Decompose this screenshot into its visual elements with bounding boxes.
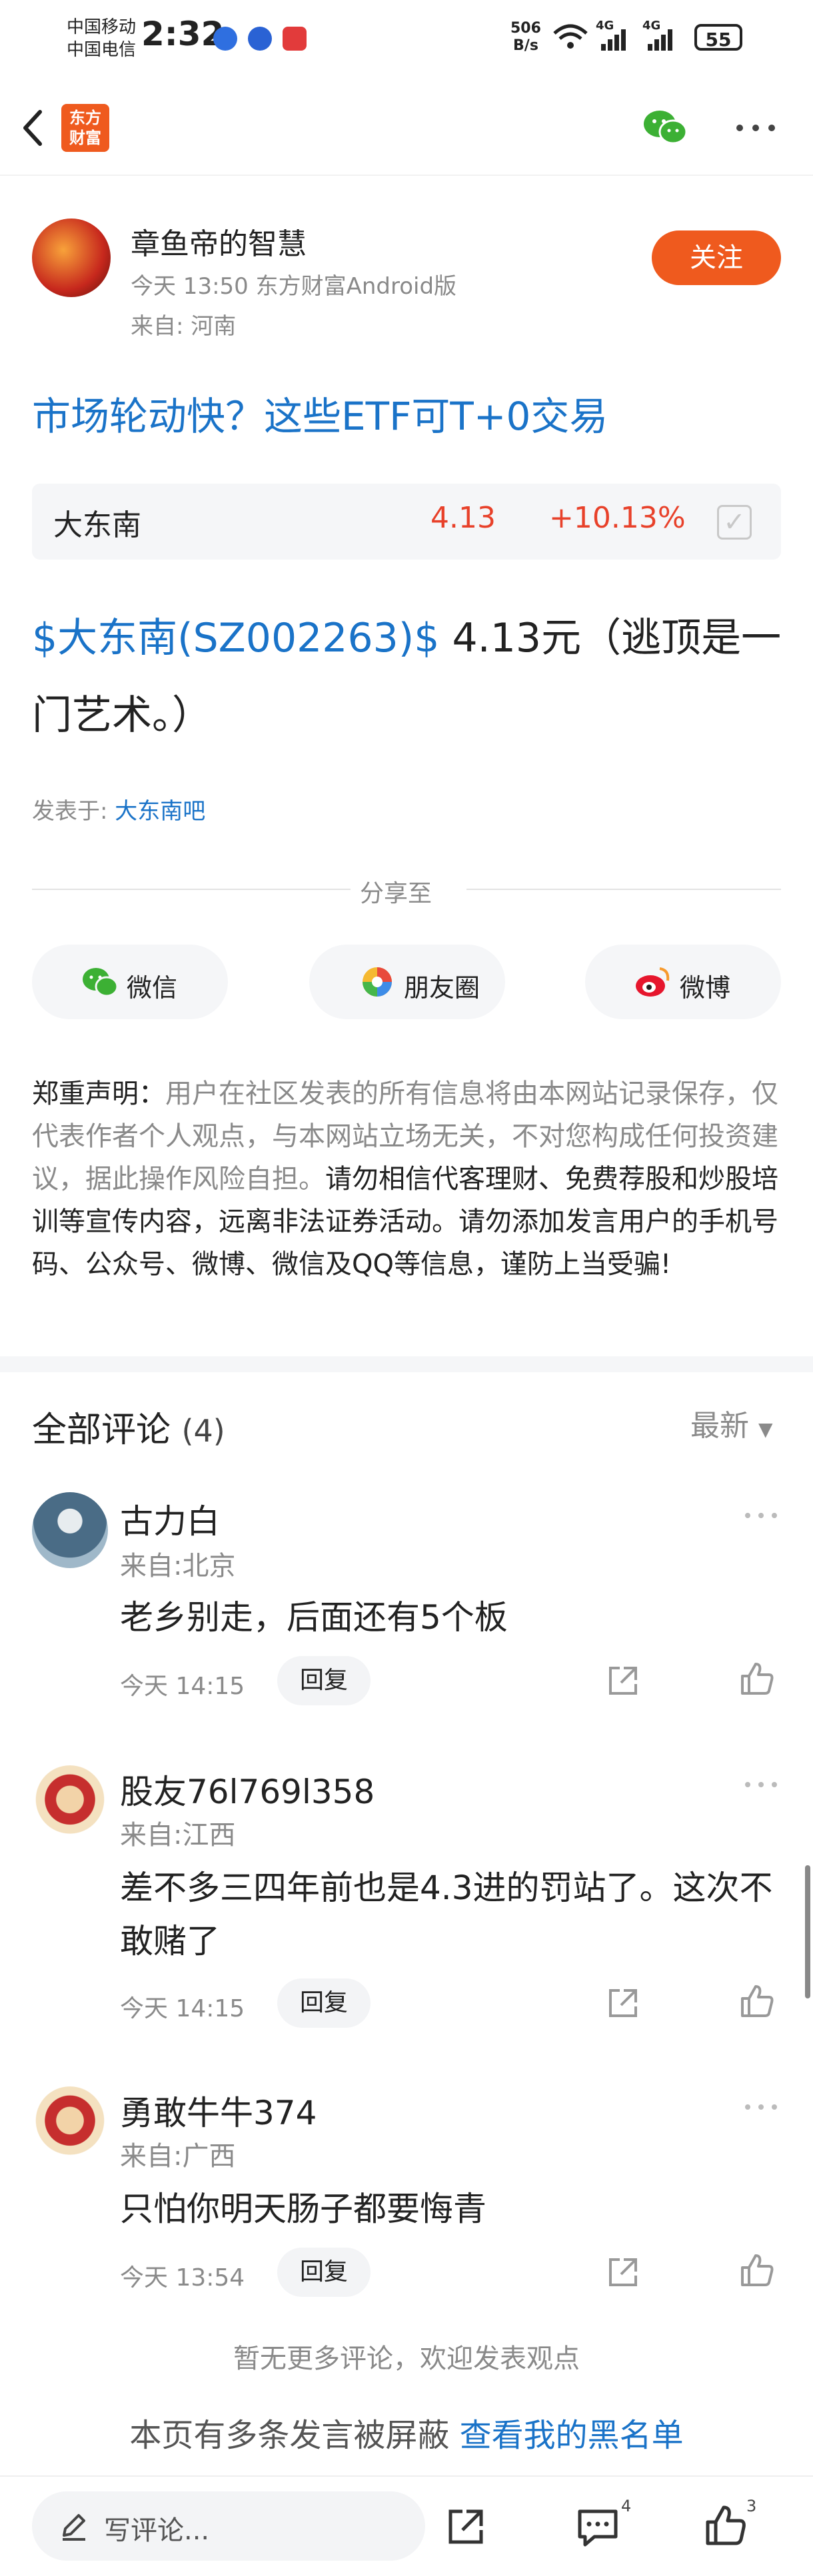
- eastmoney-logo: 东方 财富: [61, 104, 109, 152]
- carrier-1: 中国移动: [67, 17, 137, 37]
- reply-button[interactable]: 回复: [277, 2248, 371, 2297]
- share-divider-left: [32, 889, 351, 890]
- author-avatar[interactable]: [32, 218, 111, 297]
- commenter-avatar[interactable]: [32, 1492, 108, 1568]
- posted-in: 发表于: 大东南吧: [32, 798, 206, 825]
- comments-count: (4): [181, 1413, 225, 1449]
- stock-name: 大东南: [53, 508, 141, 542]
- blocked-notice: 本页有多条发言被屏蔽 查看我的黑名单: [129, 2417, 684, 2454]
- author-name[interactable]: 章鱼帝的智慧: [131, 220, 307, 262]
- add-watchlist-checkbox[interactable]: ✓: [717, 505, 752, 540]
- like-count: 3: [746, 2497, 757, 2515]
- comment-more-icon[interactable]: [744, 1511, 778, 1520]
- net-speed: 506 B/s: [510, 20, 541, 54]
- share-divider-right: [466, 889, 781, 890]
- share-icon[interactable]: [606, 2256, 640, 2289]
- pencil-icon: [63, 2514, 85, 2541]
- comment-time: 今天 14:15: [120, 1995, 245, 2022]
- more-options-icon[interactable]: [733, 121, 778, 135]
- moments-icon: [363, 967, 392, 997]
- commenter-location: 来自:江西: [120, 1820, 236, 1851]
- sort-dropdown[interactable]: 最新 ▼: [690, 1402, 773, 1444]
- wifi-icon: [553, 24, 588, 49]
- share-icon[interactable]: [606, 1664, 640, 1697]
- section-divider: [0, 1356, 813, 1372]
- signal-icon: [648, 29, 672, 51]
- stock-bar-link[interactable]: 大东南吧: [115, 798, 205, 825]
- app-notification-icon: [213, 27, 237, 51]
- follow-button[interactable]: 关注: [652, 230, 781, 285]
- disclaimer-heading: 郑重声明：: [32, 1078, 165, 1109]
- carrier-2: 中国电信: [67, 40, 137, 60]
- commenter-name[interactable]: 股友76l769l358: [120, 1765, 375, 1813]
- carrier-labels: 中国移动 中国电信: [67, 16, 136, 61]
- wechat-icon: [83, 968, 119, 997]
- comment-text: 差不多三四年前也是4.3进的罚站了。这次不敢赌了: [120, 1869, 773, 1960]
- write-comment-placeholder: 写评论...: [104, 2515, 210, 2546]
- comment-more-icon[interactable]: [744, 2102, 778, 2112]
- app-notification-icon: [283, 27, 307, 51]
- write-comment-input[interactable]: [32, 2491, 425, 2561]
- like-icon[interactable]: [740, 1984, 774, 2018]
- chevron-down-icon: ▼: [758, 1418, 773, 1440]
- commenter-avatar[interactable]: [32, 2086, 108, 2162]
- comments-title: 全部评论 (4): [32, 1410, 225, 1450]
- like-icon[interactable]: [705, 2505, 746, 2546]
- post-body: $大东南(SZ002263)$ 4.13元（逃顶是一门艺术。）: [32, 600, 785, 754]
- commenter-location: 来自:北京: [120, 1551, 236, 1581]
- post-title[interactable]: 市场轮动快？这些ETF可T+0交易: [32, 385, 608, 441]
- commenter-name[interactable]: 勇敢牛牛374: [120, 2086, 317, 2134]
- share-weibo-button[interactable]: 微博: [585, 945, 781, 1019]
- nav-divider: [0, 175, 813, 176]
- comment-text: 老乡别走，后面还有5个板: [120, 1598, 508, 1637]
- post-meta: 今天 13:50 东方财富Android版: [131, 273, 457, 300]
- scrollbar[interactable]: [805, 1865, 810, 1998]
- share-icon[interactable]: [445, 2506, 486, 2547]
- no-more-comments: 暂无更多评论，欢迎发表观点: [233, 2344, 580, 2374]
- comment-more-icon[interactable]: [744, 1780, 778, 1789]
- author-location: 来自: 河南: [131, 313, 237, 340]
- share-wechat-button[interactable]: 微信: [32, 945, 228, 1019]
- app-notification-icon: [248, 27, 272, 51]
- commenter-location: 来自:广西: [120, 2141, 236, 2172]
- commenter-name[interactable]: 古力白: [120, 1495, 220, 1543]
- comment-text: 只怕你明天肠子都要悔青: [120, 2190, 486, 2228]
- battery-indicator: 55: [694, 24, 742, 51]
- back-arrow-icon[interactable]: [17, 107, 49, 149]
- wechat-share-icon[interactable]: [641, 107, 689, 147]
- nav-bar: [0, 80, 813, 173]
- like-icon[interactable]: [740, 1661, 774, 1696]
- comment-time: 今天 13:54: [120, 2264, 245, 2292]
- stock-price: 4.13: [430, 501, 496, 535]
- disclaimer: 郑重声明：用户在社区发表的所有信息将由本网站记录保存，仅代表作者个人观点，与本网…: [32, 1073, 784, 1286]
- signal-icon: [601, 29, 626, 51]
- share-label: 分享至: [360, 880, 432, 907]
- stock-link[interactable]: $大东南(SZ002263)$: [32, 615, 439, 661]
- blacklist-link[interactable]: 查看我的黑名单: [460, 2417, 684, 2454]
- like-icon[interactable]: [740, 2253, 774, 2288]
- reply-button[interactable]: 回复: [277, 1656, 371, 1705]
- share-icon[interactable]: [606, 1986, 640, 2020]
- comment-count: 4: [621, 2497, 632, 2515]
- reply-button[interactable]: 回复: [277, 1978, 371, 2028]
- comment-icon[interactable]: [576, 2507, 620, 2547]
- share-moments-button[interactable]: 朋友圈: [309, 945, 505, 1019]
- weibo-icon: [636, 967, 670, 997]
- commenter-avatar[interactable]: [32, 1765, 108, 1841]
- stock-change: +10.13%: [549, 501, 686, 535]
- status-time: 2:32: [141, 15, 225, 53]
- comment-time: 今天 14:15: [120, 1673, 245, 1700]
